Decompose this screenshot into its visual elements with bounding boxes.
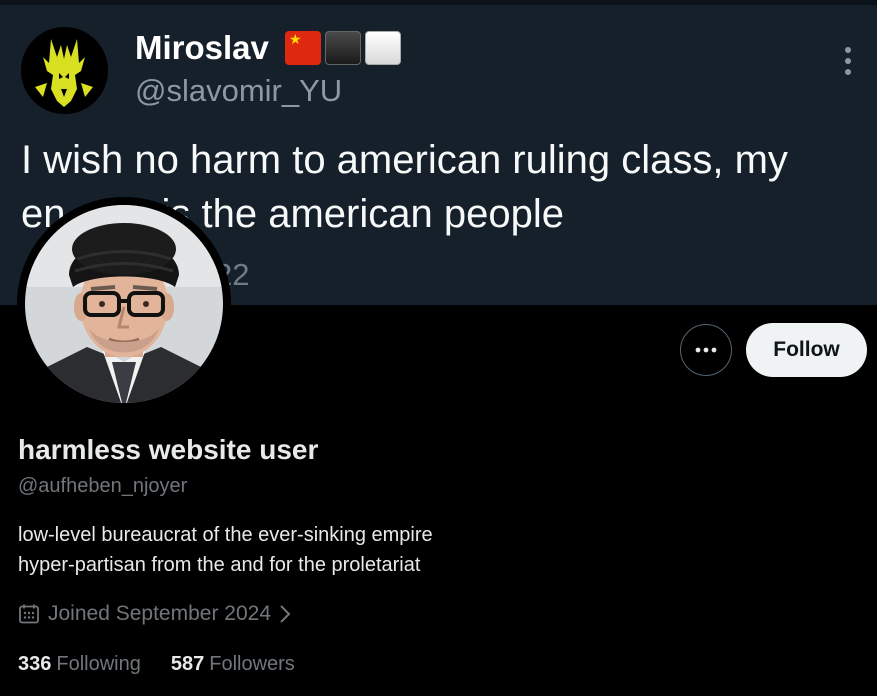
bio-line: low-level bureaucrat of the ever-sinking… [18, 524, 433, 546]
followers-label: Followers [209, 653, 295, 675]
banner-top-edge [0, 0, 877, 5]
profile-avatar[interactable] [17, 197, 231, 411]
following-count: 336 [18, 653, 52, 675]
tweet-author-handle: @slavomir_YU [135, 73, 343, 108]
followers-link[interactable]: 587 Followers [171, 650, 295, 678]
bio-line: hyper-partisan from the and for the prol… [18, 554, 421, 576]
following-label: Following [56, 653, 141, 675]
tweet-author-name: Miroslav [135, 29, 269, 66]
profile-page: Miroslav ★ @slavomir_YU I wish no harm t… [0, 0, 877, 696]
china-flag-icon: ★ [285, 31, 321, 65]
follow-button[interactable]: Follow [746, 323, 867, 377]
following-link[interactable]: 336 Following [18, 650, 141, 678]
more-horizontal-icon [695, 347, 717, 353]
avatar-photo [17, 197, 231, 411]
profile-bio: low-level bureaucrat of the ever-sinking… [18, 520, 433, 580]
follow-stats: 336 Following 587 Followers [18, 650, 325, 678]
joined-date-text: Joined September 2024 [48, 602, 271, 625]
black-square-icon [325, 31, 361, 65]
tweet-author-avatar [21, 27, 108, 114]
white-square-icon [365, 31, 401, 65]
profile-username: @aufheben_njoyer [18, 475, 188, 497]
followers-count: 587 [170, 653, 205, 675]
tweet-more-icon [838, 45, 858, 77]
profile-display-name: harmless website user [18, 434, 319, 465]
goat-head-icon [21, 27, 108, 114]
chevron-right-icon [279, 604, 291, 624]
tweet-author-flags: ★ [285, 31, 401, 65]
more-options-button[interactable] [680, 324, 732, 376]
calendar-icon [18, 603, 40, 625]
tweet-text-line-1: I wish no harm to american ruling class,… [21, 138, 788, 182]
joined-date-row[interactable]: Joined September 2024 [18, 599, 291, 629]
